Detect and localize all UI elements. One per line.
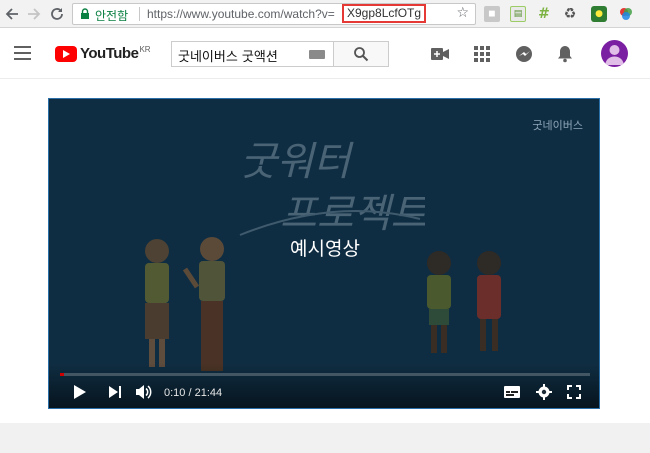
- extension-document-icon[interactable]: ▤: [510, 6, 526, 22]
- title-art-line-2: 프로젝트: [280, 191, 425, 237]
- fullscreen-icon[interactable]: [565, 383, 583, 401]
- children-illustration-left: [145, 237, 225, 371]
- menu-icon[interactable]: [14, 46, 31, 60]
- url-text: https://www.youtube.com/watch?v=: [147, 7, 335, 21]
- ladder-icon[interactable]: #: [536, 6, 552, 22]
- youtube-logo[interactable]: YouTube KR: [55, 45, 151, 62]
- extension-grey-icon[interactable]: ◼: [484, 6, 500, 22]
- browser-toolbar: 안전함 https://www.youtube.com/watch?v= X9g…: [0, 0, 650, 28]
- progress-bar[interactable]: [60, 373, 590, 376]
- search-icon: [354, 47, 369, 62]
- divider: [139, 7, 140, 21]
- volume-icon[interactable]: [135, 383, 153, 401]
- youtube-play-logo-icon: [55, 45, 77, 62]
- share-icon[interactable]: [514, 44, 534, 64]
- bell-icon[interactable]: [555, 44, 575, 64]
- search-input[interactable]: 굿네이버스 굿액션: [171, 41, 333, 67]
- lock-icon: [81, 8, 89, 19]
- bookmark-star-icon[interactable]: ☆: [456, 5, 469, 21]
- next-icon[interactable]: [106, 383, 124, 401]
- apps-grid-icon[interactable]: [472, 44, 492, 64]
- extension-green-icon[interactable]: ●: [591, 6, 607, 22]
- avatar[interactable]: [601, 40, 628, 67]
- subtitles-icon[interactable]: [503, 383, 521, 401]
- recycle-icon[interactable]: ♻: [562, 6, 578, 22]
- title-art-line-1: 굿워터: [240, 139, 355, 185]
- logo-text: YouTube: [80, 45, 139, 62]
- address-bar[interactable]: 안전함 https://www.youtube.com/watch?v= X9g…: [72, 3, 476, 25]
- progress-fill: [60, 373, 65, 376]
- forward-arrow-icon[interactable]: [24, 4, 44, 24]
- url-video-id-highlight: X9gp8LcfOTg: [342, 4, 427, 23]
- below-player-area: [0, 423, 650, 453]
- keyboard-icon[interactable]: [309, 50, 325, 59]
- logo-region: KR: [139, 45, 151, 54]
- upload-camera-icon[interactable]: [430, 44, 450, 64]
- time-display: 0:10 / 21:44: [164, 387, 223, 399]
- brand-logo-text: 굿네이버스: [532, 119, 583, 132]
- children-illustration-right: [427, 251, 501, 353]
- color-circles-icon[interactable]: [618, 6, 634, 22]
- title-art: 굿워터 프로젝트: [239, 139, 425, 237]
- video-player[interactable]: 굿네이버스 굿워터 프로젝트 예시영상 0:10 / 21:44: [48, 98, 600, 409]
- youtube-header: YouTube KR 굿네이버스 굿액션: [0, 29, 650, 79]
- search-query: 굿네이버스 굿액션: [178, 50, 278, 65]
- settings-gear-icon[interactable]: [535, 383, 553, 401]
- search-button[interactable]: [333, 41, 389, 67]
- play-icon[interactable]: [71, 383, 89, 401]
- reload-icon[interactable]: [47, 4, 67, 24]
- back-arrow-icon[interactable]: [2, 4, 22, 24]
- secure-label: 안전함: [95, 9, 129, 23]
